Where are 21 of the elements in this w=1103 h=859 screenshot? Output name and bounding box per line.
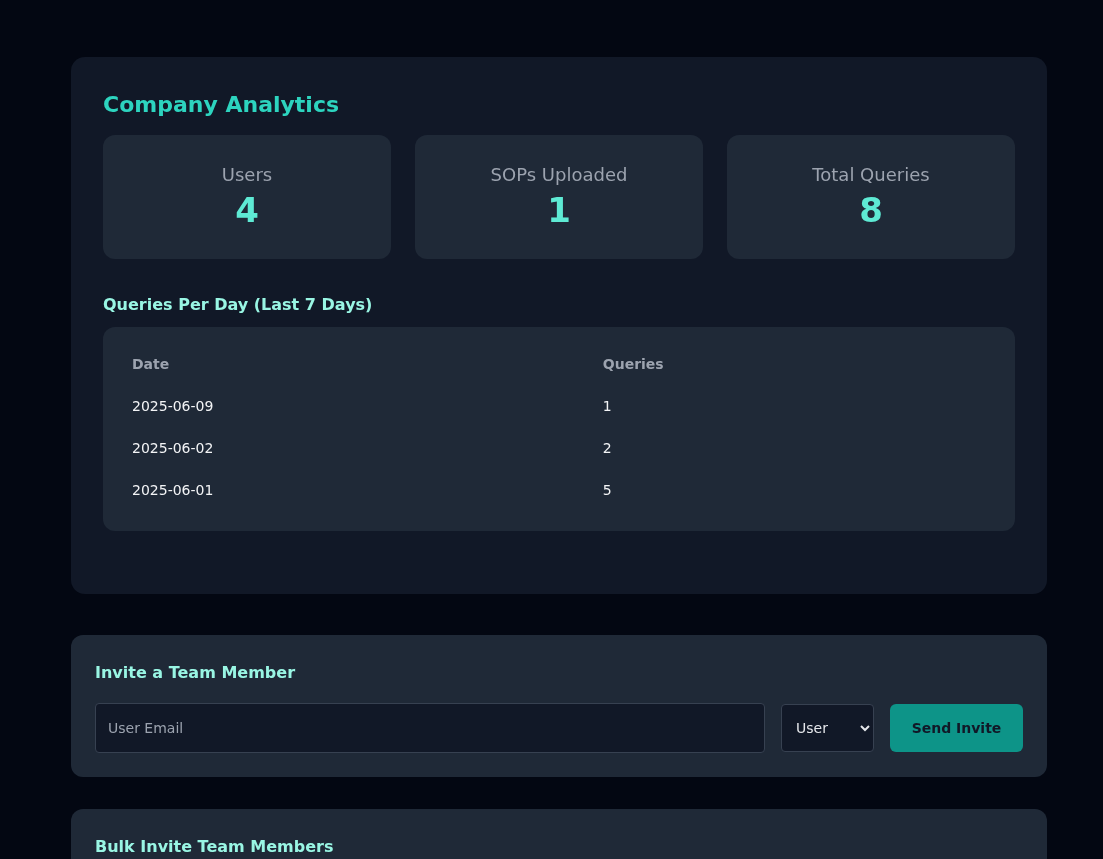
section-title: Invite a Team Member bbox=[95, 662, 296, 684]
table-cell-text: 1 bbox=[601, 397, 613, 416]
section-title: Bulk Invite Team Members bbox=[95, 836, 335, 858]
send-invite-button[interactable]: Send Invite bbox=[890, 704, 1023, 752]
table-cell-text: 2025-06-02 bbox=[131, 439, 215, 458]
stat-label: Total Queries bbox=[812, 163, 930, 187]
table-cell-text: 2025-06-09 bbox=[131, 397, 215, 416]
column-header: Queries bbox=[601, 355, 665, 374]
role-dropdown[interactable]: User bbox=[781, 704, 874, 752]
stat-value: 8 bbox=[859, 189, 883, 232]
table-cell-text: 2025-06-01 bbox=[131, 481, 215, 500]
section-title: Company Analytics bbox=[103, 91, 341, 119]
stat-label: SOPs Uploaded bbox=[490, 163, 628, 187]
table-cell-text: 5 bbox=[601, 481, 613, 500]
table-cell-text: 2 bbox=[601, 439, 613, 458]
email-field[interactable]: User Email bbox=[95, 703, 765, 753]
column-header: Date bbox=[131, 355, 171, 374]
table-title: Queries Per Day (Last 7 Days) bbox=[103, 294, 374, 316]
stat-value: 4 bbox=[235, 189, 259, 232]
stat-label: Users bbox=[221, 163, 273, 187]
stat-value: 1 bbox=[547, 189, 571, 232]
